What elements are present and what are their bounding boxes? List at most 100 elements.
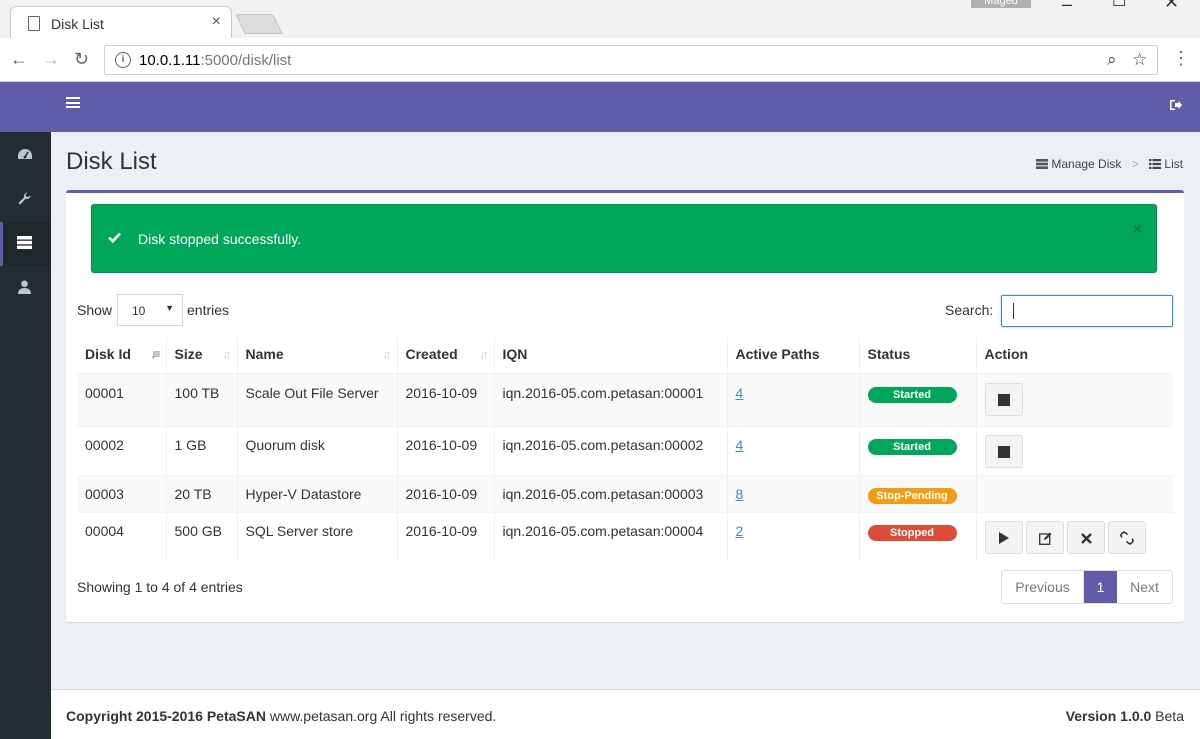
cell-name: Scale Out File Server bbox=[237, 374, 398, 426]
header-action: Action bbox=[976, 337, 1173, 375]
content-header: Disk List bbox=[66, 148, 157, 176]
sidebar-item-manage-disk[interactable] bbox=[0, 222, 51, 266]
disk-table: Disk Id ↓≡ Size ↓↑ Name ↓↑ Created ↓↑ IQN Ac… bbox=[77, 337, 1173, 561]
cell-status: Started bbox=[859, 426, 977, 475]
entries-select[interactable]: 10 ▼ bbox=[117, 294, 183, 326]
active-paths-link[interactable]: 8 bbox=[736, 486, 744, 502]
wrench-icon bbox=[18, 192, 31, 205]
cell-active-paths: 2 bbox=[727, 512, 860, 561]
server-icon bbox=[1036, 159, 1048, 169]
sidebar-item-configuration[interactable] bbox=[0, 178, 51, 222]
sort-icon: ↓↑ bbox=[382, 347, 392, 361]
sign-out-icon[interactable] bbox=[1170, 99, 1182, 111]
delete-button[interactable] bbox=[1066, 520, 1105, 554]
stop-button[interactable] bbox=[984, 434, 1023, 468]
header-status: Status bbox=[859, 337, 977, 375]
cell-size: 100 TB bbox=[166, 374, 238, 426]
active-paths-link[interactable]: 4 bbox=[736, 385, 744, 401]
sidebar bbox=[0, 132, 51, 739]
sidebar-item-dashboard[interactable] bbox=[0, 134, 51, 178]
next-button[interactable]: Next bbox=[1117, 571, 1172, 603]
search-label: Search: bbox=[945, 302, 994, 318]
sort-icon: ↓↑ bbox=[479, 347, 489, 361]
cell-size: 1 GB bbox=[166, 426, 238, 475]
edit-button[interactable] bbox=[1025, 520, 1064, 554]
header-disk-id[interactable]: Disk Id ↓≡ bbox=[77, 337, 167, 375]
check-icon bbox=[108, 232, 121, 243]
breadcrumb-list: List bbox=[1164, 157, 1184, 171]
header-active-paths: Active Paths bbox=[727, 337, 860, 375]
cell-size: 20 TB bbox=[166, 475, 238, 512]
disk-list-box: Disk stopped successfully. × Show 10 ▼ e… bbox=[66, 190, 1184, 622]
pagination: Previous 1 Next bbox=[1001, 570, 1173, 604]
zoom-icon[interactable]: ⌕ bbox=[1107, 50, 1117, 70]
header-name[interactable]: Name ↓↑ bbox=[237, 337, 398, 375]
page-title: Disk List bbox=[66, 148, 157, 175]
maximize-icon[interactable]: ☐ bbox=[1112, 0, 1126, 11]
entries-label: entries bbox=[187, 302, 230, 318]
top-navbar bbox=[0, 82, 1200, 132]
cell-iqn: iqn.2016-05.com.petasan:00003 bbox=[494, 475, 728, 512]
cell-iqn: iqn.2016-05.com.petasan:00004 bbox=[494, 512, 728, 561]
header-size[interactable]: Size ↓↑ bbox=[166, 337, 238, 375]
detach-paths-button[interactable] bbox=[1107, 520, 1146, 554]
breadcrumb: Manage Disk > List bbox=[1036, 157, 1183, 171]
back-icon[interactable]: ← bbox=[10, 49, 28, 70]
previous-button[interactable]: Previous bbox=[1002, 571, 1084, 603]
cell-status: Stopped bbox=[859, 512, 977, 561]
page-1-button[interactable]: 1 bbox=[1084, 571, 1117, 603]
sort-icon: ↓↑ bbox=[222, 347, 232, 361]
cell-disk-id: 00003 bbox=[77, 475, 167, 512]
status-badge: Stop-Pending bbox=[867, 487, 957, 504]
reload-icon[interactable]: ↻ bbox=[74, 49, 89, 70]
window-close-icon[interactable]: ✕ bbox=[1164, 0, 1179, 13]
active-paths-link[interactable]: 2 bbox=[736, 523, 744, 539]
status-badge: Stopped bbox=[867, 524, 957, 541]
cell-created: 2016-10-09 bbox=[397, 426, 495, 475]
table-info: Showing 1 to 4 of 4 entries bbox=[77, 579, 243, 595]
active-paths-link[interactable]: 4 bbox=[736, 437, 744, 453]
cell-active-paths: 4 bbox=[727, 374, 860, 426]
cell-name: Quorum disk bbox=[237, 426, 398, 475]
forward-icon[interactable]: → bbox=[42, 49, 60, 70]
info-icon[interactable]: i bbox=[115, 52, 131, 68]
cell-action bbox=[976, 374, 1173, 426]
profile-chip[interactable]: Maged bbox=[971, 0, 1031, 8]
search-input[interactable] bbox=[1001, 295, 1173, 327]
new-tab-button[interactable] bbox=[235, 14, 283, 34]
browser-tabstrip: Disk List × Maged – ☐ ✕ bbox=[0, 0, 1200, 39]
url-input[interactable]: i 10.0.1.11:5000/disk/list ⌕ ☆ bbox=[104, 45, 1158, 75]
cell-name: SQL Server store bbox=[237, 512, 398, 561]
minimize-icon[interactable]: – bbox=[1062, 0, 1072, 15]
table-row: 00003 20 TB Hyper-V Datastore 2016-10-09… bbox=[77, 475, 1173, 512]
browser-menu-icon[interactable]: ⋮ bbox=[1172, 48, 1190, 69]
footer-copyright: Copyright 2015-2016 PetaSAN www.petasan.… bbox=[66, 708, 497, 724]
status-badge: Started bbox=[867, 438, 957, 455]
breadcrumb-manage-disk[interactable]: Manage Disk bbox=[1051, 157, 1121, 171]
menu-toggle-icon[interactable] bbox=[66, 97, 80, 108]
page-icon bbox=[28, 16, 40, 31]
stop-button[interactable] bbox=[984, 383, 1023, 416]
cell-disk-id: 00004 bbox=[77, 512, 167, 561]
alert-close-icon[interactable]: × bbox=[1133, 221, 1142, 239]
success-alert: Disk stopped successfully. × bbox=[91, 204, 1157, 273]
cell-action bbox=[976, 512, 1173, 561]
entries-select-value: 10 bbox=[132, 304, 146, 318]
table-row: 00004 500 GB SQL Server store 2016-10-09… bbox=[77, 512, 1173, 561]
start-button[interactable] bbox=[984, 520, 1023, 554]
delete-icon bbox=[1080, 532, 1092, 544]
status-badge: Started bbox=[867, 387, 957, 403]
cell-iqn: iqn.2016-05.com.petasan:00002 bbox=[494, 426, 728, 475]
cell-iqn: iqn.2016-05.com.petasan:00001 bbox=[494, 374, 728, 426]
cell-action bbox=[976, 475, 1173, 512]
sidebar-item-users[interactable] bbox=[0, 266, 51, 310]
browser-tab[interactable]: Disk List × bbox=[10, 6, 232, 39]
url-text: 10.0.1.11:5000/disk/list bbox=[139, 52, 292, 69]
sort-asc-icon: ↓≡ bbox=[150, 347, 160, 361]
bookmark-star-icon[interactable]: ☆ bbox=[1132, 50, 1147, 70]
alert-message: Disk stopped successfully. bbox=[138, 231, 302, 247]
header-created[interactable]: Created ↓↑ bbox=[397, 337, 495, 375]
tab-close-icon[interactable]: × bbox=[212, 13, 221, 31]
cell-disk-id: 00002 bbox=[77, 426, 167, 475]
cell-disk-id: 00001 bbox=[77, 374, 167, 426]
